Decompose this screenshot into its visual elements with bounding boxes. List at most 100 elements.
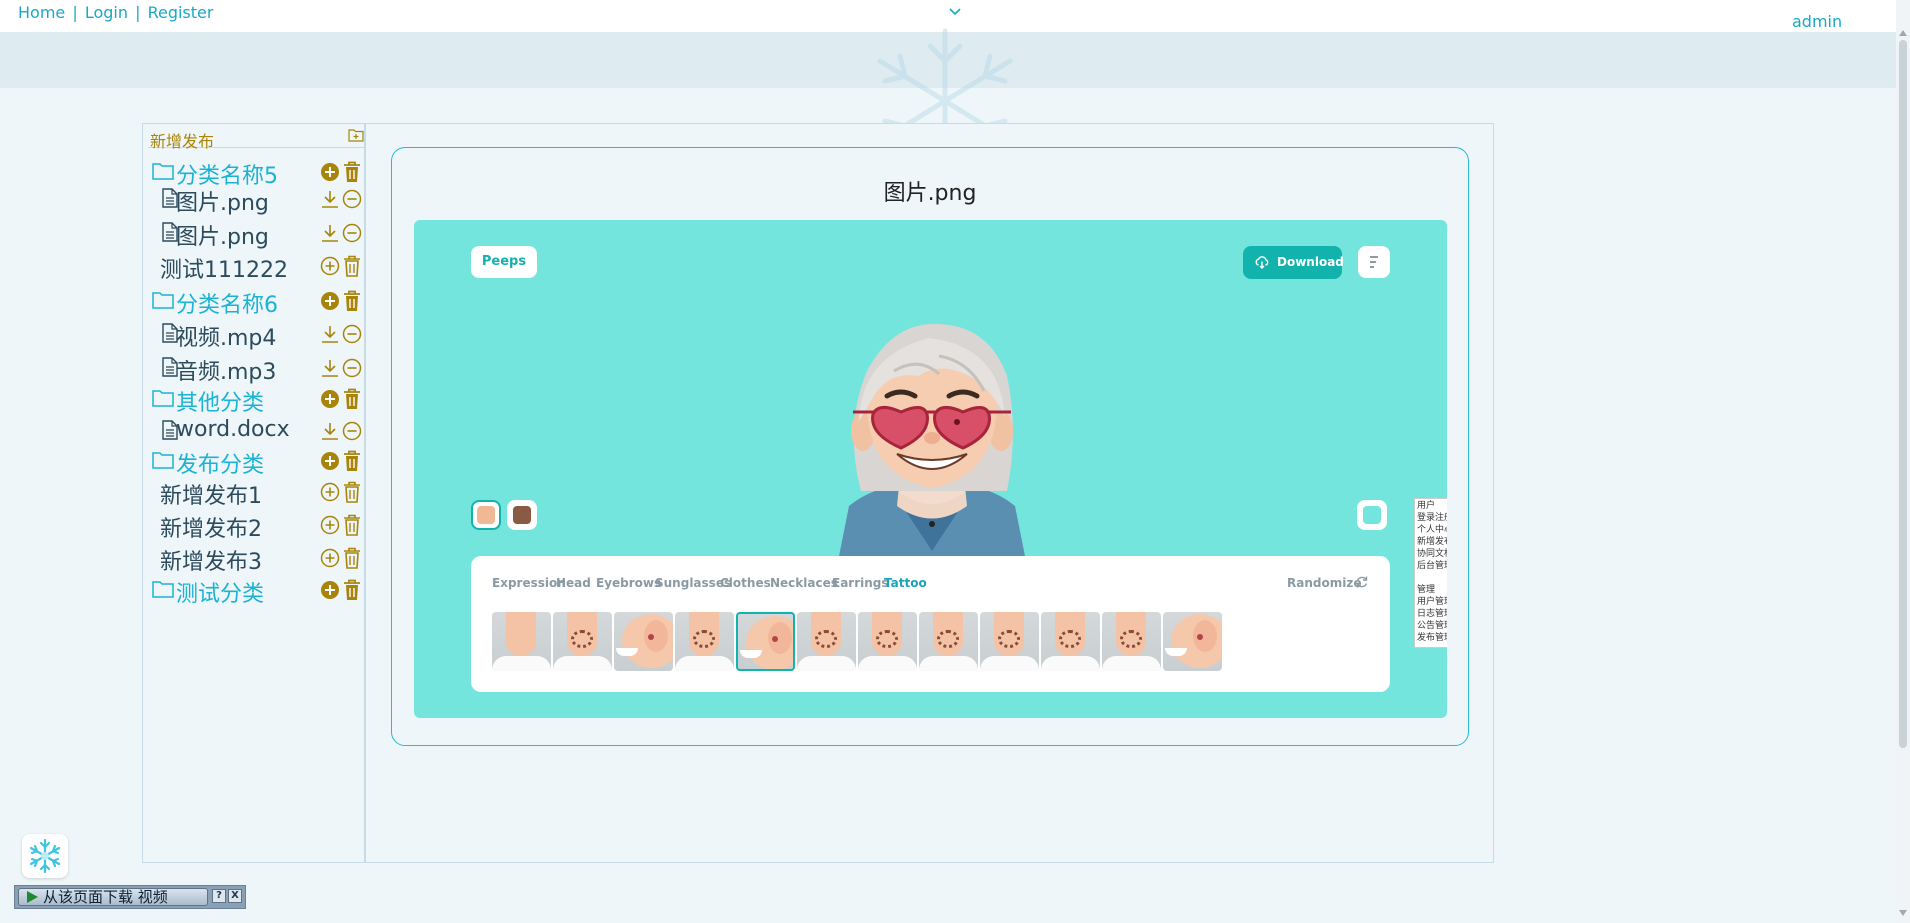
option-thumbnail[interactable] — [1163, 612, 1222, 671]
refresh-icon[interactable] — [1355, 575, 1369, 589]
popup-line[interactable]: 日志管理 — [1417, 608, 1447, 620]
sidebar-title: 新增发布 — [150, 132, 215, 151]
tab-head[interactable]: Head — [556, 576, 591, 590]
add-circle-outline-icon[interactable] — [320, 256, 340, 276]
menu-button[interactable] — [1358, 246, 1390, 278]
trash-outline-icon[interactable] — [342, 547, 362, 569]
option-thumbnail[interactable] — [1102, 612, 1161, 671]
nav-separator: | — [135, 3, 141, 22]
popup-line[interactable]: 新增发布 — [1417, 536, 1447, 548]
tree-file[interactable]: 视频.mp4 — [148, 318, 364, 351]
add-circle-icon[interactable] — [320, 389, 340, 409]
skin-swatch-dark[interactable] — [507, 500, 537, 530]
tab-expression[interactable]: Expression — [492, 576, 566, 590]
tree-folder[interactable]: 分类名称6 — [148, 285, 364, 318]
tab-tattoo[interactable]: Tattoo — [884, 576, 927, 590]
new-folder-icon[interactable] — [348, 128, 364, 142]
add-circle-icon[interactable] — [320, 291, 340, 311]
trash-icon[interactable] — [342, 388, 362, 410]
remove-circle-icon[interactable] — [342, 222, 362, 244]
add-circle-outline-icon[interactable] — [320, 515, 340, 535]
add-circle-icon[interactable] — [320, 580, 340, 600]
tree-file[interactable]: word.docx — [148, 415, 364, 445]
close-button[interactable]: X — [228, 889, 242, 903]
page-scrollbar[interactable] — [1896, 0, 1910, 923]
download-icon[interactable] — [320, 223, 340, 243]
add-circle-outline-icon[interactable] — [320, 548, 340, 568]
skin-color-light — [477, 506, 495, 524]
download-label: Download — [1277, 255, 1344, 269]
add-circle-icon[interactable] — [320, 451, 340, 471]
background-swatch[interactable] — [1357, 500, 1387, 530]
skin-swatch-light[interactable] — [471, 500, 501, 530]
tree-item-label: 分类名称6 — [176, 293, 278, 318]
scrollbar-thumb[interactable] — [1899, 40, 1907, 748]
download-icon[interactable] — [320, 358, 340, 378]
tree-item[interactable]: 新增发布1 — [148, 476, 364, 509]
option-thumbnail[interactable] — [675, 612, 734, 671]
login-link[interactable]: Login — [85, 3, 128, 22]
tab-clothes[interactable]: Clothes — [720, 576, 771, 590]
popup-line[interactable]: 后台管理 — [1417, 560, 1447, 572]
download-video-button[interactable]: 从该页面下载 视频 — [18, 888, 208, 906]
popup-line[interactable]: 个人中心 — [1417, 524, 1447, 536]
user-name[interactable]: admin — [1792, 12, 1842, 31]
tree-folder[interactable]: 其他分类 — [148, 383, 364, 416]
option-thumbnail[interactable] — [1041, 612, 1100, 671]
scroll-up-arrow-icon[interactable] — [1899, 30, 1907, 36]
remove-circle-icon[interactable] — [342, 420, 362, 442]
popup-line[interactable] — [1417, 572, 1447, 584]
tree-item-label: 发布分类 — [176, 453, 265, 478]
scroll-down-arrow-icon[interactable] — [1899, 910, 1907, 916]
register-link[interactable]: Register — [148, 3, 214, 22]
trash-outline-icon[interactable] — [342, 255, 362, 277]
trash-icon[interactable] — [342, 450, 362, 472]
popup-line[interactable]: 发布管理 — [1417, 632, 1447, 644]
popup-line[interactable]: 公告管理 — [1417, 620, 1447, 632]
trash-icon[interactable] — [342, 290, 362, 312]
option-thumbnail[interactable] — [980, 612, 1039, 671]
download-icon[interactable] — [320, 421, 340, 441]
tree-folder[interactable]: 发布分类 — [148, 445, 364, 478]
tab-necklaces[interactable]: Necklaces — [770, 576, 838, 590]
download-icon[interactable] — [320, 324, 340, 344]
home-link[interactable]: Home — [18, 3, 65, 22]
sidebar-header: 新增发布 — [148, 125, 364, 151]
download-button[interactable]: Download — [1243, 246, 1344, 279]
popup-line[interactable]: 用户 — [1417, 500, 1447, 512]
trash-icon[interactable] — [342, 579, 362, 601]
popup-line[interactable]: 协同文档 — [1417, 548, 1447, 560]
option-thumbnail[interactable] — [553, 612, 612, 671]
tree-item[interactable]: 新增发布2 — [148, 509, 364, 542]
tab-eyebrows[interactable]: Eyebrows — [596, 576, 661, 590]
option-thumbnail[interactable] — [919, 612, 978, 671]
snowflake-button[interactable] — [22, 834, 68, 878]
tree-item-label: 测试分类 — [176, 582, 265, 607]
option-thumbnail[interactable] — [858, 612, 917, 671]
tree-file[interactable]: 图片.png — [148, 217, 364, 250]
trash-outline-icon[interactable] — [342, 481, 362, 503]
popup-line[interactable]: 管理 — [1417, 584, 1447, 596]
tree-item-label: word.docx — [176, 417, 290, 442]
option-thumbnail[interactable] — [614, 612, 673, 671]
tree-item[interactable]: 测试111222 — [148, 250, 364, 283]
add-circle-outline-icon[interactable] — [320, 482, 340, 502]
option-thumbnail[interactable] — [797, 612, 856, 671]
tree-item-label: 视频.mp4 — [176, 326, 277, 351]
remove-circle-icon[interactable] — [342, 357, 362, 379]
popup-line[interactable]: 登录注册 — [1417, 512, 1447, 524]
tree-file[interactable]: 音频.mp3 — [148, 352, 364, 385]
option-thumbnail[interactable] — [736, 612, 795, 671]
popup-line[interactable]: 用户管理 — [1417, 596, 1447, 608]
randomize-button[interactable]: Randomize — [1287, 576, 1361, 590]
trash-outline-icon[interactable] — [342, 514, 362, 536]
peeps-logo[interactable]: Peeps — [471, 246, 537, 278]
tab-earrings[interactable]: Earrings — [832, 576, 889, 590]
remove-circle-icon[interactable] — [342, 323, 362, 345]
option-thumbnail[interactable] — [492, 612, 551, 671]
chevron-down-icon[interactable] — [948, 4, 962, 18]
tree-item[interactable]: 新增发布3 — [148, 542, 364, 575]
tree-folder[interactable]: 测试分类 — [148, 574, 364, 607]
help-button[interactable]: ? — [212, 889, 226, 903]
nav-separator: | — [72, 3, 78, 22]
